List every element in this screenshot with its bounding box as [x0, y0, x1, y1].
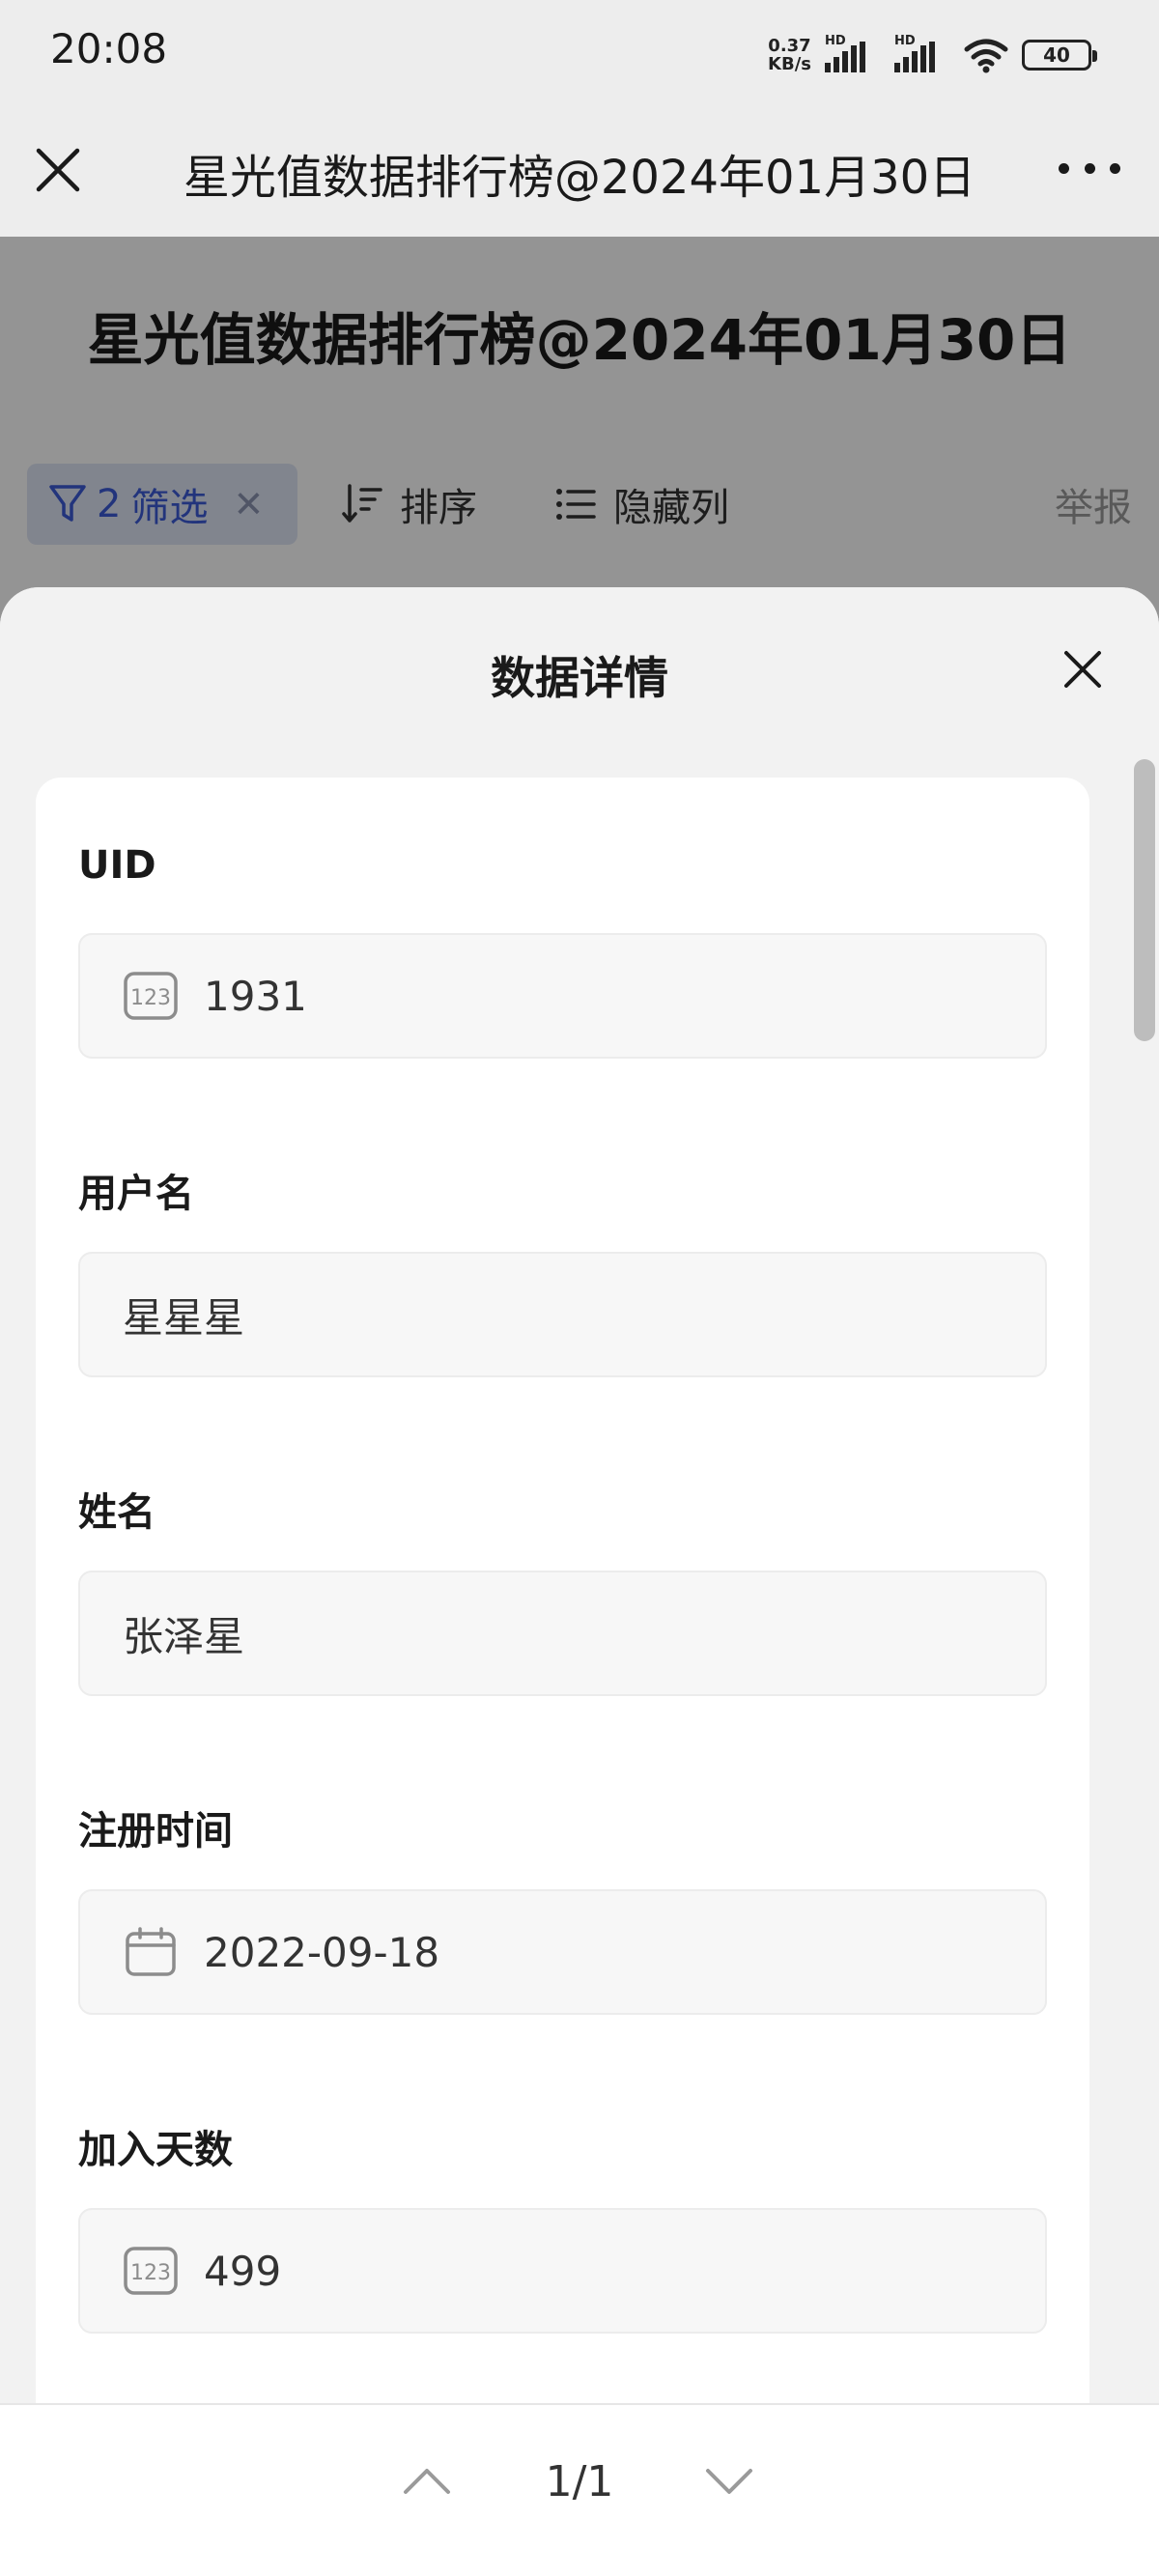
number-icon: 123: [124, 2247, 178, 2295]
field-label-register-time: 注册时间: [78, 1809, 233, 1854]
svg-text:123: 123: [130, 2261, 171, 2285]
field-uid[interactable]: 123 1931: [78, 933, 1047, 1059]
status-icons: 0.37 KB/s HD HD 40: [768, 33, 1097, 77]
signal-icon: HD: [894, 34, 950, 76]
more-icon[interactable]: [1059, 156, 1120, 180]
nav-title: 星光值数据排行榜@2024年01月30日: [183, 151, 976, 205]
nav-bar: 星光值数据排行榜@2024年01月30日: [0, 106, 1159, 237]
field-label-username: 用户名: [78, 1172, 194, 1216]
scrollbar[interactable]: [1134, 759, 1155, 1041]
status-bar: 20:08 0.37 KB/s HD HD 40: [0, 0, 1159, 106]
field-label-uid: UID: [78, 843, 156, 888]
field-days-joined[interactable]: 123 499: [78, 2208, 1047, 2334]
field-username[interactable]: 星星星: [78, 1252, 1047, 1377]
status-time: 20:08: [50, 25, 168, 72]
detail-card: UID 123 1931 用户名 星星星 姓名 张泽星 注册时间 2022-09…: [36, 778, 1089, 2576]
chevron-down-icon[interactable]: [702, 2461, 756, 2500]
field-value-username: 星星星: [123, 1293, 245, 1342]
sheet-title: 数据详情: [491, 652, 668, 704]
sheet-header: 数据详情: [0, 587, 1159, 751]
network-speed-value: 0.37: [768, 36, 811, 56]
field-register-time[interactable]: 2022-09-18: [78, 1889, 1047, 2015]
close-icon[interactable]: [1060, 647, 1105, 692]
calendar-icon: [126, 1927, 176, 1976]
field-name[interactable]: 张泽星: [78, 1571, 1047, 1696]
field-value-name: 张泽星: [123, 1612, 245, 1660]
close-icon[interactable]: [29, 141, 87, 199]
network-speed: 0.37 KB/s: [768, 37, 811, 73]
field-value-register-time: 2022-09-18: [204, 1928, 440, 1976]
pagination-bar: 1/1: [0, 2403, 1159, 2576]
field-value-days-joined: 499: [204, 2247, 282, 2295]
field-label-name: 姓名: [78, 1490, 155, 1535]
signal-icon: HD: [825, 34, 881, 76]
detail-sheet: 数据详情 UID 123 1931 用户名 星星星 姓名 张泽星 注册时间 20…: [0, 587, 1159, 2576]
field-label-days-joined: 加入天数: [78, 2128, 233, 2172]
field-value-uid: 1931: [204, 972, 307, 1020]
battery-icon: 40: [1022, 40, 1097, 71]
number-icon: 123: [124, 972, 178, 1020]
network-speed-unit: KB/s: [768, 54, 811, 74]
wifi-icon: [964, 39, 1008, 73]
page-indicator: 1/1: [545, 2457, 614, 2506]
svg-text:123: 123: [130, 986, 171, 1010]
chevron-up-icon[interactable]: [400, 2461, 454, 2500]
